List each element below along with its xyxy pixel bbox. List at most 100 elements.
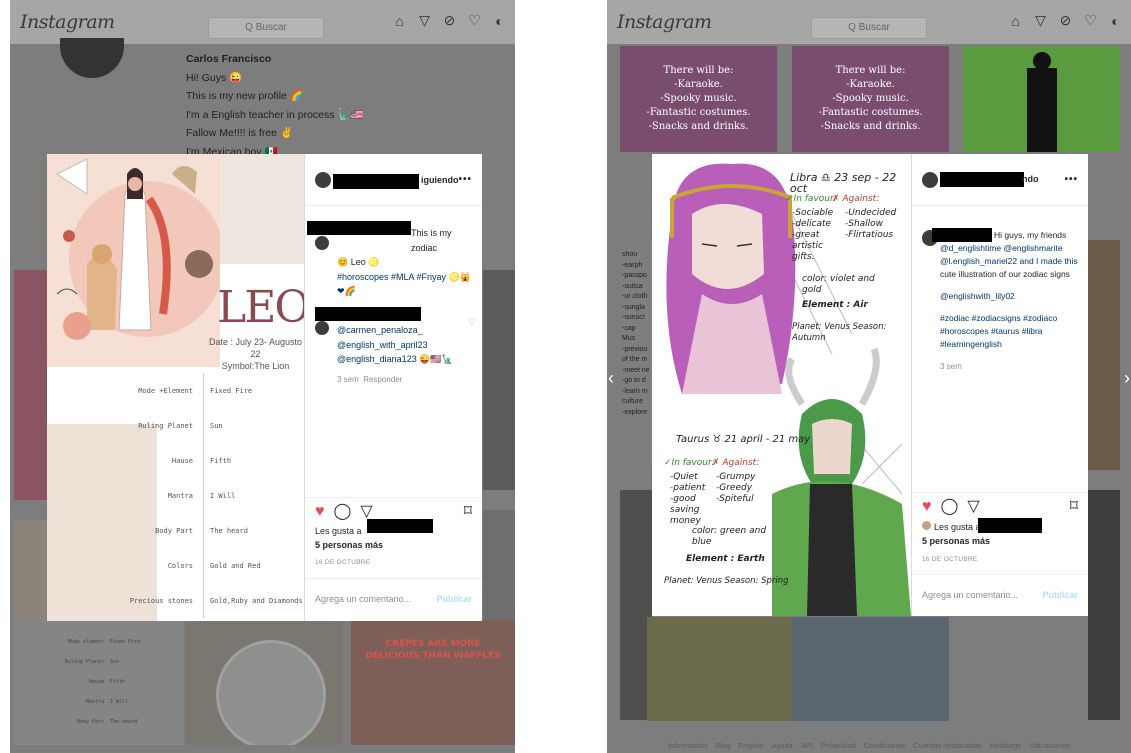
commenter-avatar[interactable]: [315, 321, 329, 335]
against-item: -Grumpy: [716, 472, 756, 482]
footer-link[interactable]: Privacidad: [821, 741, 856, 750]
publish-button[interactable]: Publicar: [436, 594, 472, 604]
caption-text[interactable]: @d_englishtime @englishmarite: [940, 242, 1085, 255]
search-input[interactable]: Q Buscar: [208, 17, 324, 39]
instagram-logo[interactable]: Instagram: [20, 11, 115, 33]
comment-mention[interactable]: @english_diana123 😜🇺🇸🗽: [337, 352, 477, 367]
bio-line: I'm a English teacher in process 🗽🇺🇸: [186, 108, 364, 121]
footer-link[interactable]: Condiciones: [864, 741, 905, 750]
bg-text-line: -explore: [622, 408, 648, 416]
explore-icon[interactable]: ⊘: [442, 12, 457, 28]
footer-link[interactable]: Empleo: [738, 741, 763, 750]
direct-icon[interactable]: ▽: [1033, 12, 1048, 28]
home-icon[interactable]: ⌂: [1008, 13, 1023, 29]
caption-avatar[interactable]: [315, 236, 329, 250]
post-modal: Libra ♎ 23 sep - 22 oct ✓In favour: ✗ Ag…: [652, 154, 1088, 616]
against-item: -Greedy: [716, 483, 753, 493]
post-date: 16 DE OCTUBRE: [922, 556, 978, 563]
bg-left-post-text: shou -earph -passpo -suitca -ur cloth -s…: [620, 240, 652, 470]
grid-tile-food[interactable]: [1088, 240, 1120, 470]
libra-against-list: -Undecided -Shallow -Flirtatious: [845, 208, 896, 241]
profile-avatar-icon[interactable]: ◐: [492, 13, 507, 29]
leo-symbol: Symbol:The Lion: [221, 361, 290, 371]
following-label[interactable]: iguiendo: [421, 175, 459, 185]
bg-text-line: culture: [622, 398, 644, 405]
grid-tile-crepe-photo[interactable]: [186, 620, 343, 745]
next-arrow-icon[interactable]: ›: [1124, 368, 1130, 389]
footer-link[interactable]: Ayuda: [772, 741, 793, 750]
activity-heart-icon[interactable]: ♡: [1083, 12, 1098, 28]
caption-hashtags[interactable]: #zodiac #zodiacsigns #zodiaco: [940, 312, 1085, 325]
favour-item: -Sociable: [792, 208, 834, 218]
more-options-icon[interactable]: •••: [1064, 174, 1078, 185]
against-item: -Shallow: [845, 219, 884, 229]
comment-mention[interactable]: @carmen_penaloza_: [337, 323, 477, 338]
footer-link[interactable]: Blog: [715, 741, 730, 750]
author-avatar[interactable]: [922, 171, 938, 188]
caption-text: Hi guys, my friends: [994, 230, 1067, 240]
comment-icon[interactable]: ◯: [941, 499, 959, 515]
grid-tile[interactable]: [1088, 490, 1120, 720]
left-screenshot: Instagram Q Buscar ⌂ ▽ ⊘ ♡ ◐ Carlos Fran…: [10, 0, 515, 753]
like-heart-icon[interactable]: ♥: [922, 499, 932, 515]
table-value: Gold,Ruby and Diamonds: [203, 583, 303, 618]
explore-icon[interactable]: ⊘: [1058, 12, 1073, 28]
grid-tile-party-post[interactable]: There will be: -Karaoke. -Spooky music. …: [792, 46, 949, 152]
footer-link[interactable]: API: [801, 741, 813, 750]
grid-tile-rainbow[interactable]: [792, 617, 949, 721]
bio-line: Hi! Guys 😜: [186, 71, 243, 84]
more-options-icon[interactable]: •••: [458, 174, 472, 185]
like-heart-icon[interactable]: ♥: [315, 504, 325, 520]
tile-line: -Fantastic costumes.: [646, 107, 751, 118]
grid-tile-green[interactable]: [963, 46, 1120, 152]
libra-title: Libra ♎ 23 sep - 22 oct: [790, 171, 897, 195]
likes-more[interactable]: 5 personas más: [315, 540, 383, 550]
bg-text-line: -meet ne: [622, 366, 650, 374]
footer-link[interactable]: Ubicaciones: [1029, 741, 1070, 750]
comment-icon[interactable]: ◯: [334, 504, 352, 520]
grid-tile-party-post[interactable]: There will be: -Karaoke. -Spooky music. …: [620, 46, 777, 152]
table-key: Precious stones: [129, 596, 193, 605]
comment-mention[interactable]: @english_with_april23: [337, 338, 477, 353]
grid-tile-leo-preview[interactable]: Mode element Fixed Fire Ruling Planet Sun …: [14, 620, 184, 745]
table-value: Fifth: [203, 443, 231, 478]
publish-button[interactable]: Publicar: [1042, 590, 1078, 600]
save-bookmark-icon[interactable]: ⌑: [1070, 499, 1078, 515]
libra-favour: ✓In favour:: [786, 194, 837, 205]
nav-icons: ⌂ ▽ ⊘ ♡ ◐: [392, 12, 507, 29]
grid-tile-food-photo[interactable]: [647, 617, 804, 721]
grid-tile-crepes-post[interactable]: CREPES ARE MORE DELICIOUS THAN WAFFLES: [351, 620, 515, 745]
comment-input[interactable]: Agrega un comentario...: [315, 594, 411, 604]
share-icon[interactable]: ▽: [360, 504, 372, 520]
post-header: iguiendo •••: [305, 154, 482, 206]
previous-arrow-icon[interactable]: ‹: [608, 368, 614, 389]
save-bookmark-icon[interactable]: ⌑: [464, 504, 472, 520]
against-item: -Flirtatious: [845, 230, 894, 240]
profile-avatar-icon[interactable]: ◐: [1108, 13, 1123, 29]
footer-link[interactable]: Hashtags: [990, 741, 1022, 750]
author-avatar[interactable]: [315, 171, 331, 188]
grid-tile[interactable]: [483, 510, 515, 620]
search-input[interactable]: Q Buscar: [811, 17, 927, 39]
caption-mention[interactable]: @l.english_mariel22 and I made this: [940, 256, 1078, 266]
reply-button[interactable]: Responder: [363, 375, 402, 384]
grid-tile[interactable]: [483, 270, 515, 490]
activity-heart-icon[interactable]: ♡: [467, 12, 482, 28]
caption-hashtags[interactable]: #horoscopes #taurus #libra: [940, 325, 1085, 338]
home-icon[interactable]: ⌂: [392, 13, 407, 29]
caption-hashtags[interactable]: #horoscopes #MLA #Friyay ♌🙀❤🌈: [337, 270, 477, 299]
share-icon[interactable]: ▽: [967, 499, 979, 515]
profile-name: Carlos Francisco: [186, 53, 272, 65]
following-label[interactable]: ndo: [1022, 174, 1039, 184]
caption-mention[interactable]: @englishwith_lily02: [940, 290, 1085, 303]
direct-icon[interactable]: ▽: [417, 12, 432, 28]
instagram-logo[interactable]: Instagram: [617, 11, 712, 33]
caption-hashtags[interactable]: #learningenglish: [940, 338, 1085, 351]
footer-link[interactable]: Cuentas destacadas: [913, 741, 981, 750]
footer-link[interactable]: Información: [668, 741, 707, 750]
comment-input[interactable]: Agrega un comentario...: [922, 590, 1018, 600]
table-row: Mantra I Will: [47, 478, 304, 513]
post-header: ndo •••: [912, 154, 1088, 206]
bg-table-value: I Will: [110, 699, 129, 705]
likes-more[interactable]: 5 personas más: [922, 536, 990, 546]
